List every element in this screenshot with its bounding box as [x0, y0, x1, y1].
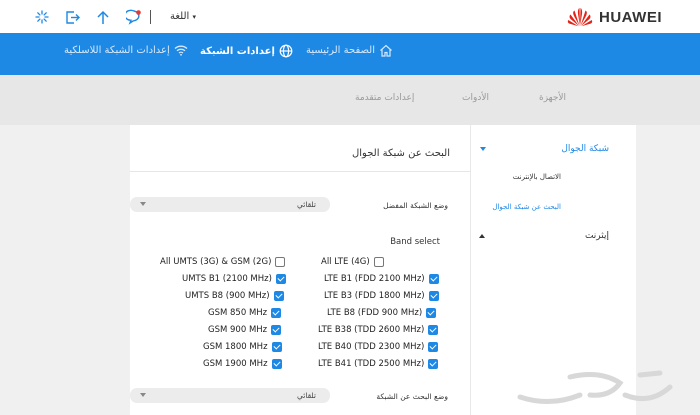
gsm-band-label: GSM 900 MHz [208, 325, 268, 335]
chevron-down-icon [140, 202, 146, 206]
language-select[interactable]: اللغة ▾ [170, 11, 196, 22]
lte-band-label: LTE B3 (FDD 1800 MHz) [324, 291, 425, 301]
gsm-band-900[interactable]: GSM 900 MHz [208, 325, 282, 335]
search-mode-select[interactable]: تلقائي [130, 388, 330, 403]
chevron-down-icon [140, 393, 146, 397]
sub-nav: الأجهزة الأدوات إعدادات متقدمة [0, 75, 700, 125]
checkbox[interactable] [428, 359, 439, 369]
subnav-tools[interactable]: الأدوات [462, 93, 489, 103]
caret-down-icon [480, 147, 487, 151]
huawei-logo-icon [567, 8, 593, 27]
checkbox[interactable] [273, 291, 284, 301]
lte-band-all[interactable]: All LTE (4G) [321, 257, 384, 267]
wifi-icon [174, 45, 188, 56]
checkbox[interactable] [426, 308, 437, 318]
checkbox[interactable] [271, 308, 282, 318]
lte-band-b41[interactable]: LTE B41 (TDD 2500 MHz) [318, 359, 439, 369]
gsm-band-850[interactable]: GSM 850 MHz [208, 308, 282, 318]
top-bar: اللغة ▾ HUAWEI [0, 0, 700, 33]
checkbox[interactable] [275, 274, 286, 284]
lte-band-label: LTE B38 (TDD 2600 MHz) [318, 325, 425, 335]
main-nav: الصفحة الرئيسية إعدادات الشبكة إعدادات ا… [0, 33, 700, 75]
gsm-band-1900[interactable]: GSM 1900 MHz [203, 359, 282, 369]
subnav-devices[interactable]: الأجهزة [539, 93, 566, 103]
nav-home[interactable]: الصفحة الرئيسية [306, 44, 393, 57]
sidebar-section-ethernet[interactable]: إيثرنت [478, 231, 609, 241]
message-icon[interactable] [125, 8, 143, 26]
lte-band-label: LTE B1 (FDD 2100 MHz) [324, 274, 425, 284]
checkbox[interactable] [271, 359, 282, 369]
checkbox[interactable] [428, 291, 439, 301]
nav-wireless-settings[interactable]: إعدادات الشبكة اللاسلكية [64, 44, 188, 56]
subnav-advanced-settings[interactable]: إعدادات متقدمة [355, 93, 414, 103]
loading-icon[interactable] [33, 8, 51, 26]
title-divider [130, 171, 470, 172]
umts-band-label: UMTS B8 (900 MHz) [185, 291, 270, 301]
preferred-mode-select[interactable]: تلقائي [130, 197, 330, 212]
checkbox[interactable] [428, 342, 439, 352]
sidebar-section-label: شبكة الجوال [561, 144, 609, 154]
umts-band-b1[interactable]: UMTS B1 (2100 MHz) [182, 274, 286, 284]
lte-band-b8[interactable]: LTE B8 (FDD 900 MHz) [327, 308, 437, 318]
lte-band-b3[interactable]: LTE B3 (FDD 1800 MHz) [324, 291, 439, 301]
nav-network-settings[interactable]: إعدادات الشبكة [200, 44, 293, 58]
umts-band-all[interactable]: All UMTS (3G) & GSM (2G) [160, 257, 286, 267]
search-mode-value: تلقائي [297, 391, 316, 400]
umts-band-b8[interactable]: UMTS B8 (900 MHz) [185, 291, 284, 301]
upload-icon[interactable] [94, 8, 112, 26]
checkbox[interactable] [271, 325, 282, 335]
checkbox[interactable] [275, 257, 286, 267]
band-select-label: Band select [390, 237, 440, 247]
globe-icon [279, 44, 293, 58]
nav-home-label: الصفحة الرئيسية [306, 45, 375, 56]
lte-band-label: LTE B41 (TDD 2500 MHz) [318, 359, 425, 369]
left-margin [0, 125, 130, 415]
preferred-mode-value: تلقائي [297, 200, 316, 209]
lte-band-b1[interactable]: LTE B1 (FDD 2100 MHz) [324, 274, 439, 284]
nav-network-settings-label: إعدادات الشبكة [200, 45, 275, 57]
search-mode-label: وضع البحث عن الشبكة [376, 392, 448, 401]
gsm-band-label: GSM 850 MHz [208, 308, 268, 318]
main-content: البحث عن شبكة الجوال وضع الشبكة المفضل ت… [130, 125, 470, 415]
gsm-band-label: GSM 1800 MHz [203, 342, 268, 352]
checkbox[interactable] [373, 257, 384, 267]
checkbox[interactable] [428, 325, 439, 335]
toolbar-divider [150, 10, 151, 24]
brand-name: HUAWEI [599, 8, 662, 26]
language-label: اللغة [170, 11, 190, 22]
lte-band-b38[interactable]: LTE B38 (TDD 2600 MHz) [318, 325, 439, 335]
caret-down-icon: ▾ [192, 13, 197, 21]
lte-band-label: All LTE (4G) [321, 257, 370, 267]
sidebar-section-label: إيثرنت [584, 231, 609, 241]
checkbox[interactable] [428, 274, 439, 284]
sidebar-section-mobile-network[interactable]: شبكة الجوال [480, 144, 609, 154]
watermark-logo [517, 370, 673, 404]
gsm-band-1800[interactable]: GSM 1800 MHz [203, 342, 282, 352]
logout-icon[interactable] [63, 8, 81, 26]
sidebar-item-internet-connection[interactable]: الاتصال بالإنترنت [513, 173, 561, 181]
lte-band-label: LTE B8 (FDD 900 MHz) [327, 308, 423, 318]
umts-band-label: UMTS B1 (2100 MHz) [182, 274, 272, 284]
lte-band-label: LTE B40 (TDD 2300 MHz) [318, 342, 425, 352]
checkbox[interactable] [271, 342, 282, 352]
page-title: البحث عن شبكة الجوال [351, 148, 450, 159]
nav-wireless-settings-label: إعدادات الشبكة اللاسلكية [64, 44, 170, 56]
lte-band-b40[interactable]: LTE B40 (TDD 2300 MHz) [318, 342, 439, 352]
umts-band-label: All UMTS (3G) & GSM (2G) [160, 257, 272, 267]
gsm-band-label: GSM 1900 MHz [203, 359, 268, 369]
sidebar-item-mobile-network-search[interactable]: البحث عن شبكة الجوال [492, 203, 561, 211]
preferred-mode-label: وضع الشبكة المفضل [383, 201, 448, 210]
caret-up-icon [478, 234, 485, 238]
home-icon [380, 44, 392, 57]
brand-logo: HUAWEI [567, 7, 662, 27]
